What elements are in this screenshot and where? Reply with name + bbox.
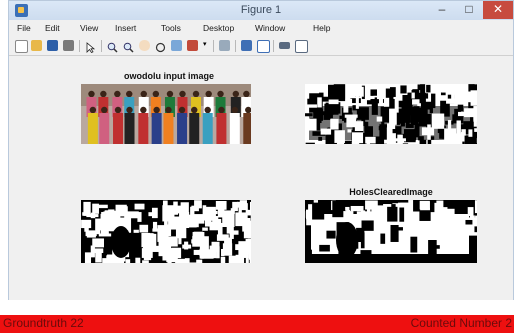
figure-toolbar: ▾ <box>9 37 513 56</box>
toolbar-separator <box>213 40 214 52</box>
new-figure-icon[interactable] <box>15 40 28 53</box>
link-plot-icon[interactable] <box>219 40 230 51</box>
figure-canvas: owodolu input image HolesClearedImage <box>9 57 513 300</box>
toolbar-separator <box>235 40 236 52</box>
pan-icon[interactable] <box>139 40 150 51</box>
minimize-button[interactable]: – <box>429 1 455 19</box>
colorbar-icon[interactable] <box>241 40 252 51</box>
close-button[interactable]: ✕ <box>483 1 513 19</box>
menu-window[interactable]: Window <box>255 23 285 33</box>
menu-view[interactable]: View <box>80 23 98 33</box>
maximize-button[interactable]: □ <box>456 1 482 19</box>
menu-tools[interactable]: Tools <box>161 23 181 33</box>
brush-dropdown-icon[interactable]: ▾ <box>203 40 209 51</box>
panel-title-input: owodolu input image <box>124 71 214 81</box>
holes-cleared-image[interactable] <box>305 200 477 263</box>
menu-file[interactable]: File <box>17 23 31 33</box>
figure-window: Figure 1 – □ ✕ File Edit View Insert Too… <box>8 0 514 300</box>
toolbar-separator <box>101 40 102 52</box>
panel-title-holes-cleared: HolesClearedImage <box>349 187 433 197</box>
menu-help[interactable]: Help <box>313 23 330 33</box>
toolbar-separator <box>273 40 274 52</box>
brush-icon[interactable] <box>187 40 198 51</box>
legend-icon[interactable] <box>257 40 270 53</box>
title-bar[interactable]: Figure 1 – □ ✕ <box>9 1 513 20</box>
data-cursor-icon[interactable] <box>171 40 182 51</box>
menu-edit[interactable]: Edit <box>45 23 60 33</box>
menu-bar: File Edit View Insert Tools Desktop Wind… <box>9 21 513 36</box>
open-file-icon[interactable] <box>31 40 42 51</box>
pointer-icon[interactable] <box>85 40 96 54</box>
zoom-in-icon[interactable] <box>107 40 118 53</box>
rotate-3d-icon[interactable] <box>155 40 166 53</box>
counted-number-label: Counted Number 2 <box>410 316 512 330</box>
status-bar: Groundtruth 22 Counted Number 2 <box>0 315 514 333</box>
toolbar-separator <box>79 40 80 52</box>
filled-image[interactable] <box>81 200 251 263</box>
menu-insert[interactable]: Insert <box>115 23 136 33</box>
show-plot-tools-icon[interactable] <box>295 40 308 53</box>
save-icon[interactable] <box>47 40 58 51</box>
input-image[interactable] <box>81 84 251 144</box>
zoom-out-icon[interactable] <box>123 40 134 53</box>
hide-plot-tools-icon[interactable] <box>279 42 290 49</box>
groundtruth-label: Groundtruth 22 <box>3 316 84 330</box>
binary-image[interactable] <box>305 84 477 144</box>
menu-desktop[interactable]: Desktop <box>203 23 234 33</box>
print-icon[interactable] <box>63 40 74 51</box>
